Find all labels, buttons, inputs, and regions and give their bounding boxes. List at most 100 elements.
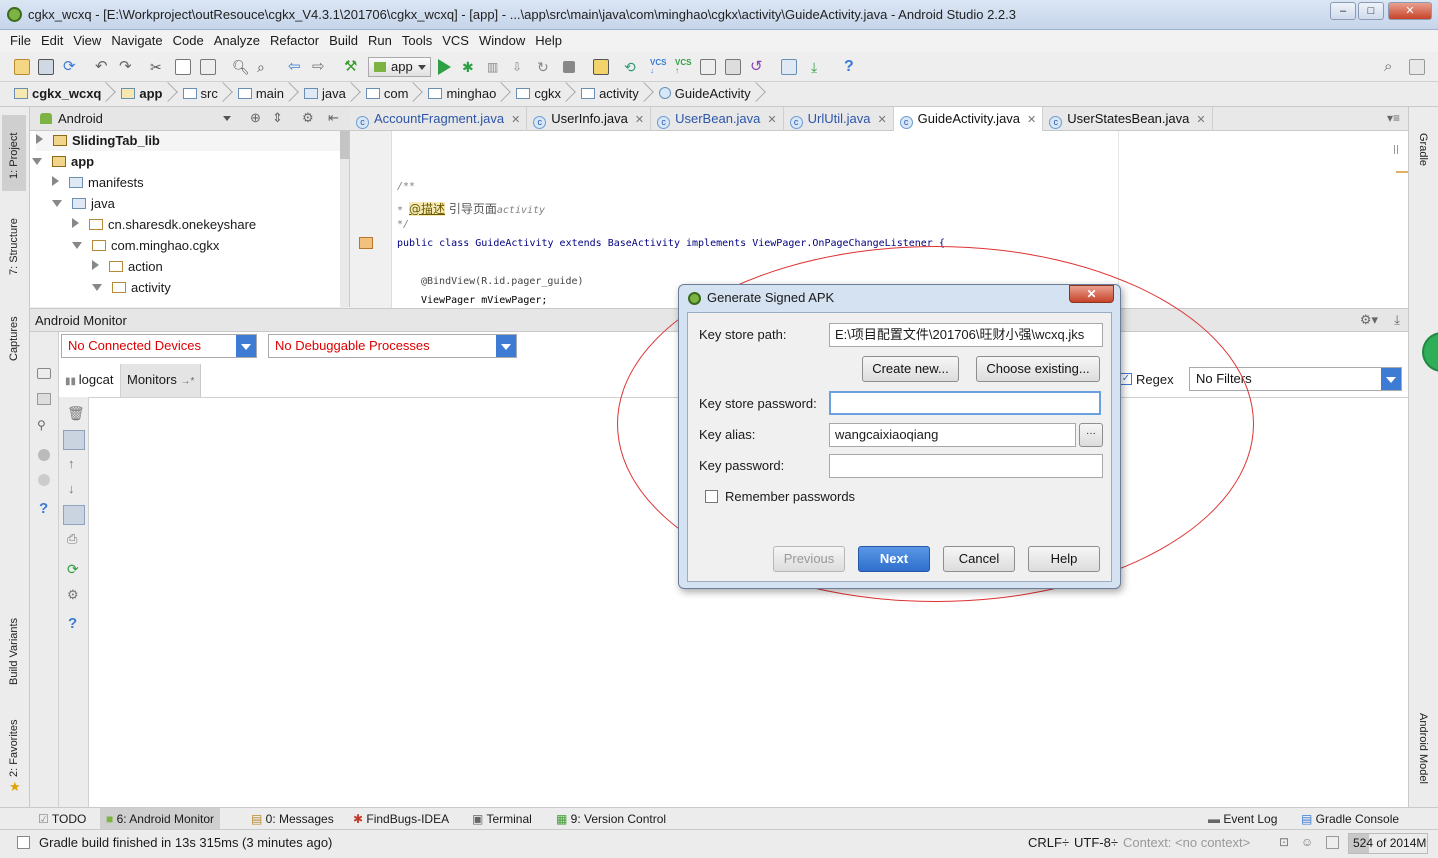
key-alias-field[interactable]: wangcaixiaoqiang — [829, 423, 1076, 447]
tree-item[interactable]: com.minghao.cgkx — [72, 236, 219, 256]
tab-monitors[interactable]: Monitors →* — [121, 364, 202, 397]
regex-checkbox[interactable]: ✓ — [1120, 373, 1132, 385]
override-icon[interactable] — [359, 237, 373, 249]
screenshot-icon[interactable] — [37, 368, 51, 379]
dialog-close-button[interactable]: ✕ — [1069, 285, 1114, 303]
back-icon[interactable]: ⇦ — [288, 59, 304, 75]
system-info-icon[interactable]: ⚲ — [37, 418, 46, 432]
menu-code[interactable]: Code — [173, 30, 204, 48]
gear-icon[interactable]: ⚙ — [302, 110, 314, 126]
lock-icon[interactable]: ⊡ — [1279, 835, 1289, 849]
scrollbar[interactable] — [340, 131, 349, 307]
sync-icon[interactable]: ⟳ — [63, 59, 79, 75]
help-button[interactable]: Help — [1028, 546, 1100, 572]
vcs-compare-icon[interactable] — [725, 59, 741, 75]
log-filter-select[interactable]: No Filters — [1189, 367, 1402, 391]
close-icon[interactable]: ✕ — [635, 114, 644, 126]
tab-userinfo[interactable]: c UserInfo.java ✕ — [527, 107, 652, 131]
cut-icon[interactable]: ✂ — [150, 59, 166, 75]
status-message[interactable]: Gradle build finished in 13s 315ms (3 mi… — [39, 835, 332, 850]
tab-guideactivity[interactable]: c GuideActivity.java ✕ — [893, 107, 1044, 131]
tool-tab-terminal[interactable]: ▣ Terminal — [466, 808, 538, 830]
menu-run[interactable]: Run — [368, 30, 392, 48]
browse-alias-button[interactable]: ··· — [1079, 423, 1103, 447]
key-store-path-field[interactable]: E:\项目配置文件\201706\旺财小强\wcxq.jks — [829, 323, 1103, 347]
tab-list-icon[interactable]: ▾≡ — [1387, 111, 1400, 125]
collapse-icon[interactable] — [52, 200, 62, 207]
gear-icon[interactable]: ⚙ — [67, 587, 79, 603]
tree-item[interactable]: app — [32, 152, 94, 172]
collapse-icon[interactable] — [92, 284, 102, 291]
menu-analyze[interactable]: Analyze — [214, 30, 260, 48]
scrollbar-thumb[interactable] — [340, 131, 349, 159]
file-encoding[interactable]: UTF-8÷ — [1074, 835, 1118, 850]
maximize-button[interactable]: □ — [1358, 2, 1384, 20]
tree-item[interactable]: manifests — [52, 173, 144, 193]
down-arrow-icon[interactable]: ↓ — [68, 481, 75, 496]
close-icon[interactable]: ✕ — [1196, 114, 1205, 126]
tab-accountfragment[interactable]: c AccountFragment.java ✕ — [350, 107, 528, 131]
close-window-button[interactable]: ✕ — [1388, 2, 1432, 20]
coverage-icon[interactable]: ▥ — [487, 59, 503, 75]
tab-userstatesbean[interactable]: c UserStatesBean.java ✕ — [1043, 107, 1213, 131]
breadcrumb-item[interactable]: main — [232, 82, 298, 106]
tree-item[interactable]: cn.sharesdk.onekeyshare — [72, 215, 256, 235]
soft-wrap-icon[interactable] — [63, 505, 85, 525]
hide-panel-icon[interactable]: ⤓ — [1394, 312, 1400, 328]
cancel-button[interactable]: Cancel — [943, 546, 1015, 572]
tool-window-android-model-label[interactable]: Android Model — [1417, 713, 1429, 784]
menu-window[interactable]: Window — [479, 30, 525, 48]
breadcrumb-item[interactable]: com — [360, 82, 423, 106]
vcs-history-icon[interactable] — [700, 59, 716, 75]
line-separator[interactable]: CRLF÷ — [1028, 835, 1069, 850]
run-icon[interactable] — [438, 59, 451, 75]
rerun-icon[interactable]: ↻ — [537, 59, 553, 75]
attach-debugger-icon[interactable]: ⇩ — [512, 59, 528, 75]
tool-window-captures-label[interactable]: Captures — [8, 316, 20, 361]
tool-window-structure-label[interactable]: 7: Structure — [8, 218, 20, 275]
breadcrumb-item[interactable]: activity — [575, 82, 653, 106]
avd-manager-icon[interactable] — [593, 59, 609, 75]
process-select[interactable]: No Debuggable Processes — [268, 334, 517, 358]
tool-tab-messages[interactable]: ▤ 0: Messages — [245, 808, 340, 830]
search-everywhere-icon[interactable]: ⌕ — [1384, 59, 1400, 75]
device-select[interactable]: No Connected Devices — [61, 334, 257, 358]
chevron-down-icon[interactable] — [236, 335, 256, 357]
restart-logcat-icon[interactable]: ⟳ — [67, 561, 79, 578]
expand-icon[interactable] — [72, 218, 79, 228]
replace-icon[interactable]: ⌕ — [257, 59, 273, 75]
tool-tab-version-control[interactable]: ▦ 9: Version Control — [550, 808, 672, 830]
tool-window-build-variants-label[interactable]: Build Variants — [8, 618, 20, 685]
menu-help[interactable]: Help — [535, 30, 562, 48]
expand-icon[interactable] — [52, 176, 59, 186]
key-password-field[interactable] — [829, 454, 1103, 478]
collapse-all-icon[interactable]: ⇕ — [272, 110, 283, 126]
close-icon[interactable]: ✕ — [511, 114, 520, 126]
breadcrumb-item[interactable]: java — [298, 82, 360, 106]
close-icon[interactable]: ✕ — [1027, 114, 1036, 126]
expand-icon[interactable] — [92, 260, 99, 270]
previous-button[interactable]: Previous — [773, 546, 845, 572]
expand-icon[interactable] — [36, 134, 43, 144]
tree-item[interactable]: SlidingTab_lib — [36, 131, 346, 151]
save-icon[interactable] — [38, 59, 54, 75]
inspector-icon[interactable]: ☺ — [1301, 835, 1313, 849]
undo-icon[interactable]: ↶ — [95, 59, 111, 75]
breadcrumb-item[interactable]: GuideActivity — [653, 82, 765, 106]
tab-logcat[interactable]: ▮▮ logcat — [59, 364, 121, 397]
chevron-down-icon[interactable] — [223, 116, 231, 121]
tool-tab-gradle-console[interactable]: ▤ Gradle Console — [1295, 808, 1405, 830]
run-config-select[interactable]: app — [368, 57, 431, 77]
breadcrumb-item[interactable]: minghao — [422, 82, 510, 106]
code-editor[interactable]: /** * @描述 引导页面activity */ public class G… — [350, 131, 1408, 308]
menu-view[interactable]: View — [73, 30, 101, 48]
paste-icon[interactable] — [200, 59, 216, 75]
tab-userbean[interactable]: c UserBean.java ✕ — [651, 107, 784, 131]
help-icon[interactable]: ? — [39, 500, 48, 517]
clear-log-icon[interactable]: 🗑︎ — [67, 405, 85, 422]
open-icon[interactable] — [14, 59, 30, 75]
toggle-tool-windows-icon[interactable] — [17, 836, 30, 849]
menu-build[interactable]: Build — [329, 30, 358, 48]
tool-tab-event-log[interactable]: ▬ Event Log — [1202, 808, 1283, 830]
redo-icon[interactable]: ↷ — [119, 59, 135, 75]
